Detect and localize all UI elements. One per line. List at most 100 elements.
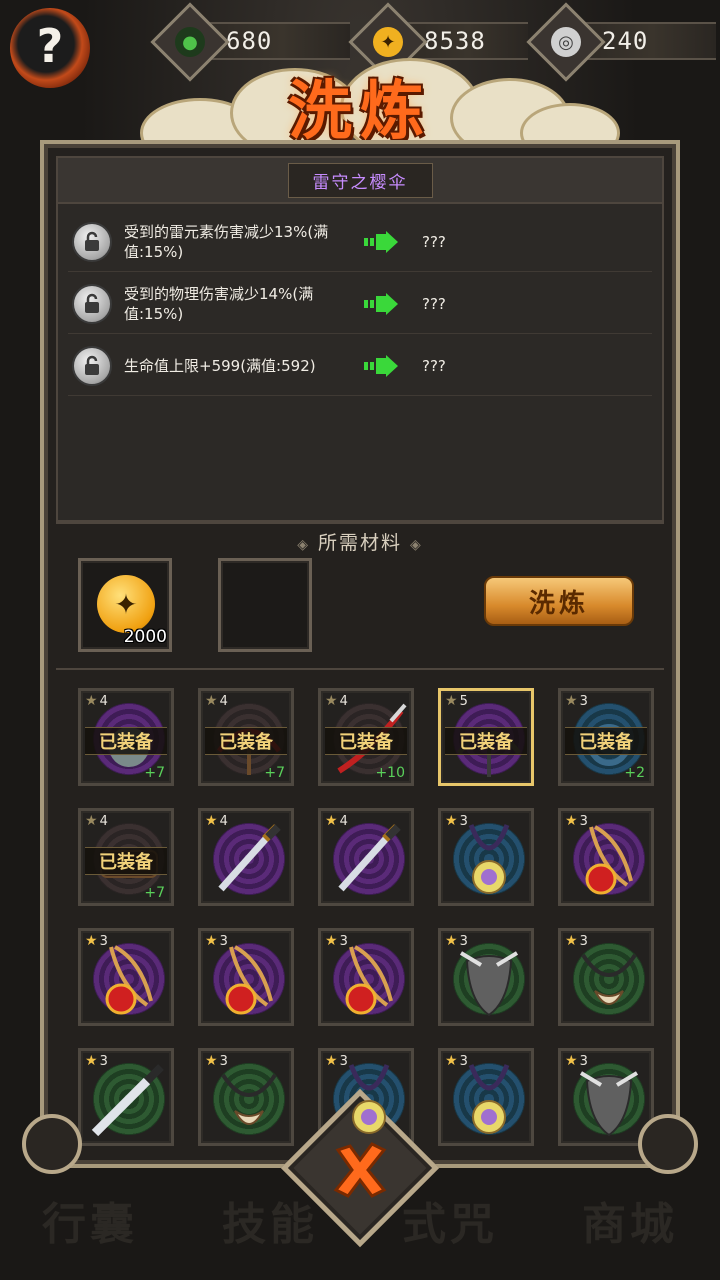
item-slot[interactable]: ★ 3	[318, 928, 414, 1026]
item-slot[interactable]: ★ 3	[558, 928, 654, 1026]
item-slot[interactable]: ★ 3	[438, 928, 534, 1026]
item-slot[interactable]: ★ 4 已装备 +7	[78, 808, 174, 906]
star-count: 5	[459, 693, 468, 709]
equipped-label: 已装备	[205, 727, 287, 755]
star-count: 4	[339, 693, 348, 709]
item-slot[interactable]: ★ 4 已装备 +7	[198, 688, 294, 786]
item-slot[interactable]: ★ 3	[198, 928, 294, 1026]
equipped-label: 已装备	[565, 727, 647, 755]
attribute-box: 雷守之樱伞 受到的雷元素伤害减少13%(满值:15%) ??? 受到的物理伤害减…	[56, 156, 664, 522]
divider	[56, 522, 664, 524]
resource-value: 240	[602, 27, 649, 55]
enhance-level: +10	[375, 765, 405, 781]
star-count: 4	[219, 693, 228, 709]
enhance-level: +7	[144, 885, 165, 901]
star-count: 3	[579, 813, 588, 829]
attribute-result: ???	[422, 294, 446, 313]
enhance-level: +2	[624, 765, 645, 781]
item-slot[interactable]: ★ 3	[438, 1048, 534, 1146]
materials-title-text: 所需材料	[317, 532, 402, 554]
star-count: 3	[459, 1053, 468, 1069]
resource-gold: ✦ 8538	[348, 2, 528, 82]
equipped-label: 已装备	[325, 727, 407, 755]
star-rating: ★ 3	[565, 813, 588, 829]
close-icon	[333, 1142, 387, 1198]
item-slot[interactable]: ★ 3	[558, 808, 654, 906]
material-slot[interactable]: ✦ 2000	[78, 558, 172, 652]
star-count: 3	[339, 933, 348, 949]
resource-value: 680	[226, 27, 273, 55]
star-count: 4	[219, 813, 228, 829]
star-count: 3	[99, 933, 108, 949]
star-rating: ★ 3	[85, 933, 108, 949]
item-slot[interactable]: ★ 4	[198, 808, 294, 906]
star-rating: ★ 4	[325, 693, 348, 709]
star-rating: ★ 3	[565, 933, 588, 949]
enhance-level: +7	[264, 765, 285, 781]
star-count: 3	[459, 933, 468, 949]
star-rating: ★ 3	[325, 933, 348, 949]
lock-icon[interactable]	[72, 345, 112, 386]
arrow-right-icon	[364, 292, 398, 315]
attribute-row[interactable]: 受到的雷元素伤害减少13%(满值:15%) ???	[68, 212, 652, 272]
item-slot[interactable]: ★ 3 已装备 +2	[558, 688, 654, 786]
star-rating: ★ 4	[325, 813, 348, 829]
refine-button[interactable]: 洗炼	[484, 576, 634, 626]
divider	[56, 668, 664, 670]
attribute-row[interactable]: 生命值上限+599(满值:592) ???	[68, 336, 652, 396]
resource-silver: ◎ 240	[526, 2, 716, 82]
material-count: 2000	[123, 627, 167, 647]
bg-tab: 技能	[222, 1199, 318, 1250]
item-slot[interactable]: ★ 4 已装备 +7	[78, 688, 174, 786]
star-count: 4	[339, 813, 348, 829]
star-count: 3	[99, 1053, 108, 1069]
attribute-text: 受到的物理伤害减少14%(满值:15%)	[124, 284, 314, 323]
enhance-level: +7	[144, 765, 165, 781]
arrow-right-icon	[364, 230, 398, 253]
attribute-result: ???	[422, 356, 446, 375]
star-count: 3	[219, 1053, 228, 1069]
refine-panel: 雷守之樱伞 受到的雷元素伤害减少13%(满值:15%) ??? 受到的物理伤害减…	[40, 140, 680, 1168]
star-rating: ★ 3	[565, 693, 588, 709]
star-rating: ★ 3	[205, 933, 228, 949]
item-slot[interactable]: ★ 4 已装备 +10	[318, 688, 414, 786]
star-rating: ★ 4	[205, 813, 228, 829]
corner-ornament	[22, 1114, 82, 1174]
lock-icon[interactable]	[72, 221, 112, 262]
materials-title: ◈ 所需材料 ◈	[297, 532, 423, 554]
star-rating: ★ 3	[205, 1053, 228, 1069]
star-rating: ★ 3	[445, 933, 468, 949]
item-name: 雷守之樱伞	[287, 162, 433, 198]
item-slot[interactable]: ★ 4	[318, 808, 414, 906]
material-slot-empty[interactable]	[218, 558, 312, 652]
item-slot[interactable]: ★ 3	[558, 1048, 654, 1146]
resource-jade: ● 680	[150, 2, 350, 82]
star-count: 3	[579, 933, 588, 949]
star-rating: ★ 3	[85, 1053, 108, 1069]
star-rating: ★ 3	[325, 1053, 348, 1069]
item-slot[interactable]: ★ 3	[318, 1048, 414, 1146]
item-slot[interactable]: ★ 3	[78, 928, 174, 1026]
star-count: 3	[339, 1053, 348, 1069]
star-count: 3	[459, 813, 468, 829]
item-slot[interactable]: ★ 3	[78, 1048, 174, 1146]
star-rating: ★ 4	[85, 813, 108, 829]
resource-value: 8538	[424, 27, 486, 55]
attribute-row[interactable]: 受到的物理伤害减少14%(满值:15%) ???	[68, 274, 652, 334]
star-rating: ★ 4	[85, 693, 108, 709]
lock-icon[interactable]	[72, 283, 112, 324]
star-rating: ★ 3	[445, 813, 468, 829]
page-title: 洗炼	[288, 74, 432, 149]
bg-tab: 商城	[582, 1199, 678, 1250]
equipped-label: 已装备	[85, 847, 167, 875]
attribute-text: 受到的雷元素伤害减少13%(满值:15%)	[124, 222, 329, 261]
star-count: 3	[579, 1053, 588, 1069]
gold-coin-icon: ✦	[97, 575, 155, 633]
star-rating: ★ 3	[445, 1053, 468, 1069]
equipped-label: 已装备	[445, 727, 527, 755]
item-slot[interactable]: ★ 3	[198, 1048, 294, 1146]
bg-tab: 式咒	[402, 1199, 498, 1250]
attribute-result: ???	[422, 232, 446, 251]
item-slot[interactable]: ★ 3	[438, 808, 534, 906]
item-slot[interactable]: ★ 5 已装备	[438, 688, 534, 786]
